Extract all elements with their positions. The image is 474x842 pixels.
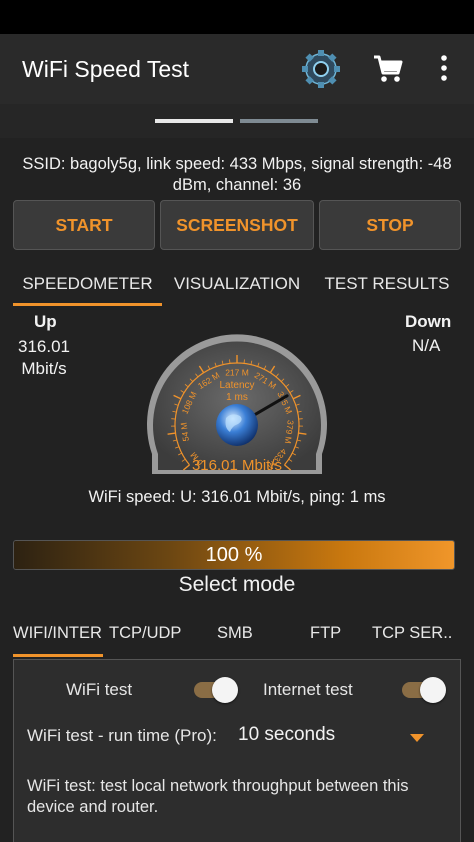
tab-wifi-internet[interactable]: WIFI/INTERNET	[13, 612, 103, 654]
mode-tab-indicator	[13, 654, 103, 657]
page-indicator-inactive[interactable]	[240, 119, 318, 123]
status-bar	[0, 0, 474, 34]
down-value: N/A	[412, 336, 441, 355]
gear-icon[interactable]	[298, 49, 344, 89]
tab-ftp[interactable]: FTP	[310, 612, 350, 654]
wifi-test-label: WiFi test	[66, 680, 133, 699]
screenshot-button[interactable]: SCREENSHOT	[160, 200, 314, 250]
start-button[interactable]: START	[13, 200, 155, 250]
runtime-label: WiFi test - run time (Pro):	[27, 726, 217, 745]
gauge-tick-label: 217 M	[225, 367, 249, 377]
tab-indicator	[13, 303, 162, 306]
progress-label: 100 %	[205, 543, 263, 566]
up-label: Up	[34, 312, 57, 331]
app-bar: WiFi Speed Test	[0, 34, 474, 104]
dropdown-arrow-icon[interactable]	[410, 734, 424, 742]
cart-icon[interactable]	[372, 54, 404, 84]
progress-bar: 100 %	[13, 540, 455, 570]
page-indicator-active[interactable]	[155, 119, 233, 123]
runtime-select[interactable]: 10 seconds	[238, 724, 335, 746]
more-vert-icon[interactable]	[436, 52, 452, 86]
internet-test-label: Internet test	[263, 680, 353, 699]
wifi-speed-summary: WiFi speed: U: 316.01 Mbit/s, ping: 1 ms	[88, 488, 386, 506]
up-value-number: 316.01	[18, 337, 70, 356]
globe-icon	[216, 404, 258, 446]
mode-description: WiFi test: test local network throughput…	[27, 777, 409, 816]
tab-speedometer[interactable]: SPEEDOMETER	[13, 262, 162, 306]
internet-test-toggle[interactable]	[402, 677, 446, 703]
up-value: 316.01 Mbit/s	[18, 336, 70, 380]
select-mode-title: Select mode	[178, 573, 296, 596]
tab-test-results[interactable]: TEST RESULTS	[314, 262, 460, 306]
stop-button[interactable]: STOP	[319, 200, 461, 250]
tab-tcp-udp[interactable]: TCP/UDP	[109, 612, 193, 654]
tab-visualization[interactable]: VISUALIZATION	[164, 262, 310, 306]
down-label: Down	[405, 312, 452, 331]
ssid-info: SSID: bagoly5g, link speed: 433 Mbps, si…	[22, 155, 452, 194]
tab-tcp-server[interactable]: TCP SER..	[372, 612, 462, 654]
latency-value: 1 ms	[226, 392, 248, 403]
toggle-knob	[420, 677, 446, 703]
toggle-knob	[212, 677, 238, 703]
gauge-speed-readout: 316.01 Mbit/s	[192, 457, 282, 474]
speedometer-gauge: 0 M54 M108 M162 M 217 M 271 M325 M379 M433…	[147, 334, 327, 474]
mode-tabs: WIFI/INTERNET TCP/UDP SMB FTP TCP SER..	[0, 612, 474, 654]
app-title: WiFi Speed Test	[22, 56, 190, 82]
latency-label: Latency	[219, 380, 254, 391]
tab-smb[interactable]: SMB	[217, 612, 267, 654]
page-indicator	[0, 104, 474, 138]
mode-options-panel: WiFi test Internet test WiFi test - run …	[13, 659, 461, 842]
wifi-test-toggle[interactable]	[194, 677, 238, 703]
main-content: SSID: bagoly5g, link speed: 433 Mbps, si…	[0, 138, 474, 842]
up-value-unit: Mbit/s	[21, 359, 67, 378]
view-tabs: SPEEDOMETER VISUALIZATION TEST RESULTS	[0, 262, 474, 306]
